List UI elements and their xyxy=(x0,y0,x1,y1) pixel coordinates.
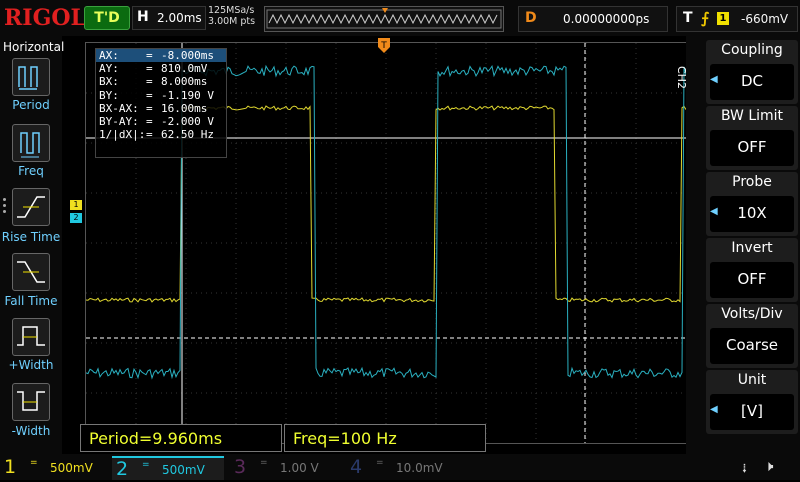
trigger-level: -660mV xyxy=(741,12,789,26)
period-label: Period xyxy=(12,98,50,112)
channel-menu-label: CH2 xyxy=(675,66,688,89)
timebase-box[interactable]: H 2.00ms xyxy=(132,6,206,30)
negative-width-label: -Width xyxy=(11,424,51,438)
measure-panel-title: Horizontal xyxy=(3,40,65,54)
invert-title: Invert xyxy=(731,240,773,256)
ch1-offset-marker[interactable]: 1 xyxy=(70,200,82,210)
ch2-offset-marker[interactable]: 2 xyxy=(70,213,82,223)
timebase-value: 2.00ms xyxy=(157,11,202,25)
fall-time-button[interactable] xyxy=(12,253,50,291)
bw-limit-value: OFF xyxy=(737,138,767,156)
memory-overview-waveform xyxy=(266,8,502,29)
bw-limit-menu-item[interactable]: BW Limit OFF xyxy=(706,106,798,170)
unit-menu-item[interactable]: Unit [V] ◀ xyxy=(706,370,798,434)
horizontal-key: H xyxy=(137,9,149,25)
trigger-position-icon[interactable]: T xyxy=(378,38,390,54)
positive-width-label: +Width xyxy=(8,358,54,372)
ch2-status[interactable]: 2 = 500mV xyxy=(112,456,224,480)
memory-depth: 3.00M pts xyxy=(208,16,256,27)
bw-limit-title: BW Limit xyxy=(720,108,784,124)
cursor-row-by-ay: BY-AY: = -2.000 V xyxy=(99,114,214,128)
cursor-row-bx: BX: = 8.000ms xyxy=(99,75,208,89)
sample-rate: 125MSa/s xyxy=(208,5,255,16)
left-arrow-icon: ◀ xyxy=(710,74,718,85)
negative-width-icon xyxy=(17,391,45,411)
trigger-source-badge: 1 xyxy=(717,12,729,25)
memory-overview[interactable] xyxy=(264,6,504,32)
volts-div-menu-item[interactable]: Volts/Div Coarse xyxy=(706,304,798,368)
ch4-status[interactable]: 4 = 10.0mV xyxy=(346,456,456,478)
probe-value: 10X xyxy=(737,204,767,222)
cursor-readout: AX: = -8.000ms AY: = 810.0mV BX: = 8.000ms BY:… xyxy=(95,48,227,158)
rise-time-button[interactable] xyxy=(12,188,50,226)
cursor-row-ax: AX: = -8.000ms xyxy=(96,49,226,63)
scroll-dots xyxy=(3,195,6,216)
rigol-logo: RIGOL xyxy=(4,5,86,31)
acquisition-info: 125MSa/s 3.00M pts xyxy=(208,5,255,27)
fall-time-icon xyxy=(17,261,45,283)
trigger-box[interactable]: T ⨍ 1 -660mV xyxy=(676,6,798,32)
period-button[interactable] xyxy=(12,58,50,96)
coupling-value: DC xyxy=(740,72,764,90)
volts-div-value: Coarse xyxy=(725,336,779,354)
unit-title: Unit xyxy=(737,372,767,388)
positive-width-button[interactable] xyxy=(12,318,50,356)
invert-menu-item[interactable]: Invert OFF xyxy=(706,238,798,302)
cursor-row-inv-dx: 1/|dX|: = 62.50 Hz xyxy=(99,128,214,142)
freq-icon xyxy=(20,132,40,158)
period-measurement: Period=9.960ms xyxy=(80,424,282,452)
cursor-row-ay: AY: = 810.0mV xyxy=(99,62,208,76)
volts-div-title: Volts/Div xyxy=(721,306,783,322)
usb-icon: ⭭ xyxy=(742,461,747,477)
delay-key: D xyxy=(525,10,537,26)
left-arrow-icon: ◀ xyxy=(710,404,718,415)
probe-menu-item[interactable]: Probe 10X ◀ xyxy=(706,172,798,236)
left-arrow-icon: ◀ xyxy=(710,206,718,217)
rising-edge-icon: ⨍ xyxy=(701,9,710,27)
negative-width-button[interactable] xyxy=(12,383,50,421)
invert-value: OFF xyxy=(737,270,767,288)
rise-time-label: Rise Time xyxy=(1,230,61,244)
ch1-status[interactable]: 1 = 500mV xyxy=(0,456,110,478)
fall-time-label: Fall Time xyxy=(4,294,58,308)
coupling-menu-item[interactable]: Coupling DC ◀ xyxy=(706,40,798,104)
delay-value: 0.00000000ps xyxy=(563,12,650,26)
ch3-status[interactable]: 3 = 1.00 V xyxy=(230,456,340,478)
delay-box[interactable]: D 0.00000000ps xyxy=(518,6,668,32)
freq-button[interactable] xyxy=(12,124,50,162)
svg-text:T: T xyxy=(380,41,387,51)
rise-time-icon xyxy=(17,196,45,218)
cursor-row-by: BY: = -1.190 V xyxy=(99,88,214,102)
speaker-icon[interactable]: 🕨 xyxy=(764,457,773,475)
positive-width-icon xyxy=(17,326,45,346)
coupling-title: Coupling xyxy=(721,42,783,58)
unit-value: [V] xyxy=(741,402,763,420)
period-icon xyxy=(18,66,38,90)
probe-title: Probe xyxy=(732,174,772,190)
trigger-key: T xyxy=(683,10,693,26)
run-state-button[interactable]: T'D xyxy=(84,6,130,30)
freq-label: Freq xyxy=(18,164,44,178)
cursor-row-bx-ax: BX-AX: = 16.00ms xyxy=(99,101,208,115)
freq-measurement: Freq=100 Hz xyxy=(284,424,486,452)
